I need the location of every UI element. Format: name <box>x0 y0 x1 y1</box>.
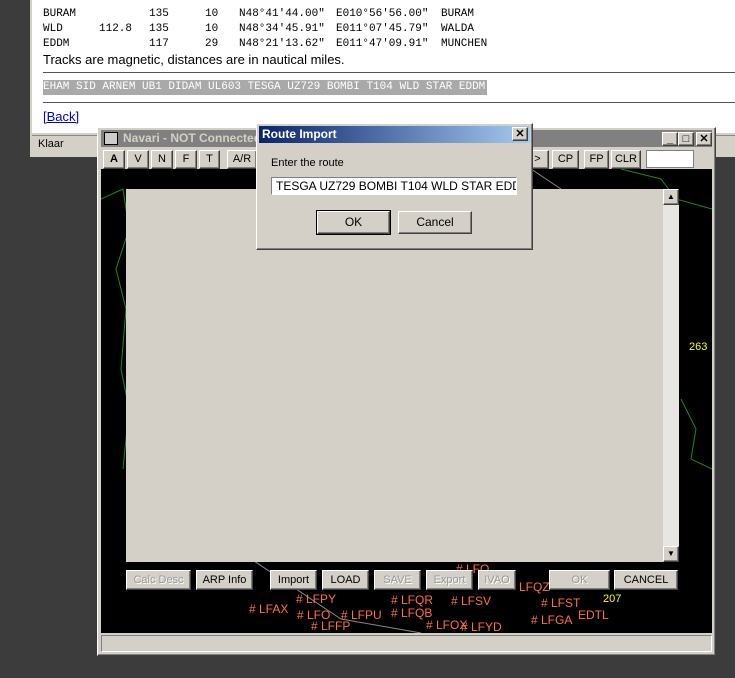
toolbar-ar[interactable]: A/R <box>227 150 257 169</box>
lat: N48°21'13.62" <box>239 38 325 50</box>
vertical-scrollbar[interactable]: ▲ ▼ <box>663 189 679 562</box>
map-label: # LFST <box>541 596 581 610</box>
ident: EDDM <box>43 38 70 50</box>
dialog-title-bar[interactable]: Route Import ✕ <box>259 126 530 143</box>
ivao-button[interactable]: IVAO <box>478 570 516 590</box>
load-button[interactable]: LOAD <box>322 570 369 590</box>
ok-button[interactable]: OK <box>549 570 610 590</box>
route-input[interactable]: TESGA UZ729 BOMBI T104 WLD STAR EDDM <box>271 177 517 195</box>
import-button[interactable]: Import <box>270 570 317 590</box>
toolbar-clr[interactable]: CLR <box>611 150 641 169</box>
route-string: EHAM SID ARNEM UB1 DIDAM UL603 TESGA UZ7… <box>43 80 488 95</box>
map-label: # LFAX <box>249 602 289 616</box>
page-content: BURAM 135 10 N48°41'44.00" E010°56'56.00" BUR… <box>32 0 735 133</box>
maximize-button[interactable]: □ <box>678 132 694 146</box>
map-label: # LFFP <box>311 619 351 633</box>
toolbar-fp[interactable]: FP <box>584 150 609 169</box>
waypoint-row: WLD 112.8 135 10 N48°34'45.91" E011°07'45.79"… <box>43 11 733 35</box>
cancel-button[interactable]: CANCEL <box>614 570 678 590</box>
map-label: # LFSV <box>451 594 492 608</box>
coastline <box>101 188 130 470</box>
route-import-dialog: Route Import ✕ Enter the route TESGA UZ7… <box>256 123 533 250</box>
dialog-close-icon[interactable]: ✕ <box>512 127 528 141</box>
app-icon <box>104 132 118 145</box>
close-button[interactable]: ✕ <box>696 132 712 146</box>
navari-title: Navari - NOT Connected <box>123 131 262 145</box>
navari-status-bar <box>101 635 712 652</box>
dist: 29 <box>205 38 219 50</box>
name: MUNCHEN <box>441 38 488 50</box>
border-line <box>680 398 712 470</box>
save-button[interactable]: SAVE <box>374 570 421 590</box>
waypoint-row: BURAM 135 10 N48°41'44.00" E010°56'56.00" BUR… <box>43 0 733 20</box>
track: 117 <box>149 38 169 50</box>
divider <box>43 102 735 103</box>
lon: E011°47'09.91" <box>336 38 429 50</box>
arp-info-button[interactable]: ARP Info <box>196 570 253 590</box>
dialog-title: Route Import <box>262 127 337 141</box>
toolbar-f[interactable]: F <box>175 150 197 169</box>
dialog-cancel-button[interactable]: Cancel <box>398 211 472 234</box>
toolbar-cp[interactable]: CP <box>552 150 579 169</box>
map-label-yellow: 263 <box>689 341 708 353</box>
map-label: EDTL <box>578 608 609 622</box>
airway-line <box>530 169 562 190</box>
toolbar-n[interactable]: N <box>151 150 173 169</box>
units-note: Tracks are magnetic, distances are in na… <box>43 52 345 67</box>
scroll-down-icon[interactable]: ▼ <box>663 546 679 562</box>
scroll-up-icon[interactable]: ▲ <box>663 189 679 205</box>
dialog-ok-button[interactable]: OK <box>316 210 391 235</box>
map-label: # LFPY <box>296 592 337 606</box>
minimize-button[interactable]: _ <box>662 132 678 146</box>
route-label: Enter the route <box>271 157 344 169</box>
toolbar-v[interactable]: V <box>127 150 149 169</box>
calc-desc-button[interactable]: Calc Desc <box>126 570 191 590</box>
divider <box>43 72 735 73</box>
toolbar-input[interactable] <box>646 150 694 168</box>
map-label: # LFYD <box>461 620 502 633</box>
map-label: LFQZ <box>519 580 550 594</box>
map-label: # LFQR <box>391 593 434 607</box>
back-link[interactable]: [Back] <box>43 109 79 124</box>
toolbar-t[interactable]: T <box>199 150 220 169</box>
map-label: # LFGA <box>531 613 573 627</box>
map-label-yellow: 207 <box>603 593 622 605</box>
toolbar-a[interactable]: A <box>103 150 125 169</box>
waypoint-row: EDDM 117 29 N48°21'13.62" E011°47'09.91" MUNC… <box>43 26 733 50</box>
export-button[interactable]: Export <box>426 570 473 590</box>
